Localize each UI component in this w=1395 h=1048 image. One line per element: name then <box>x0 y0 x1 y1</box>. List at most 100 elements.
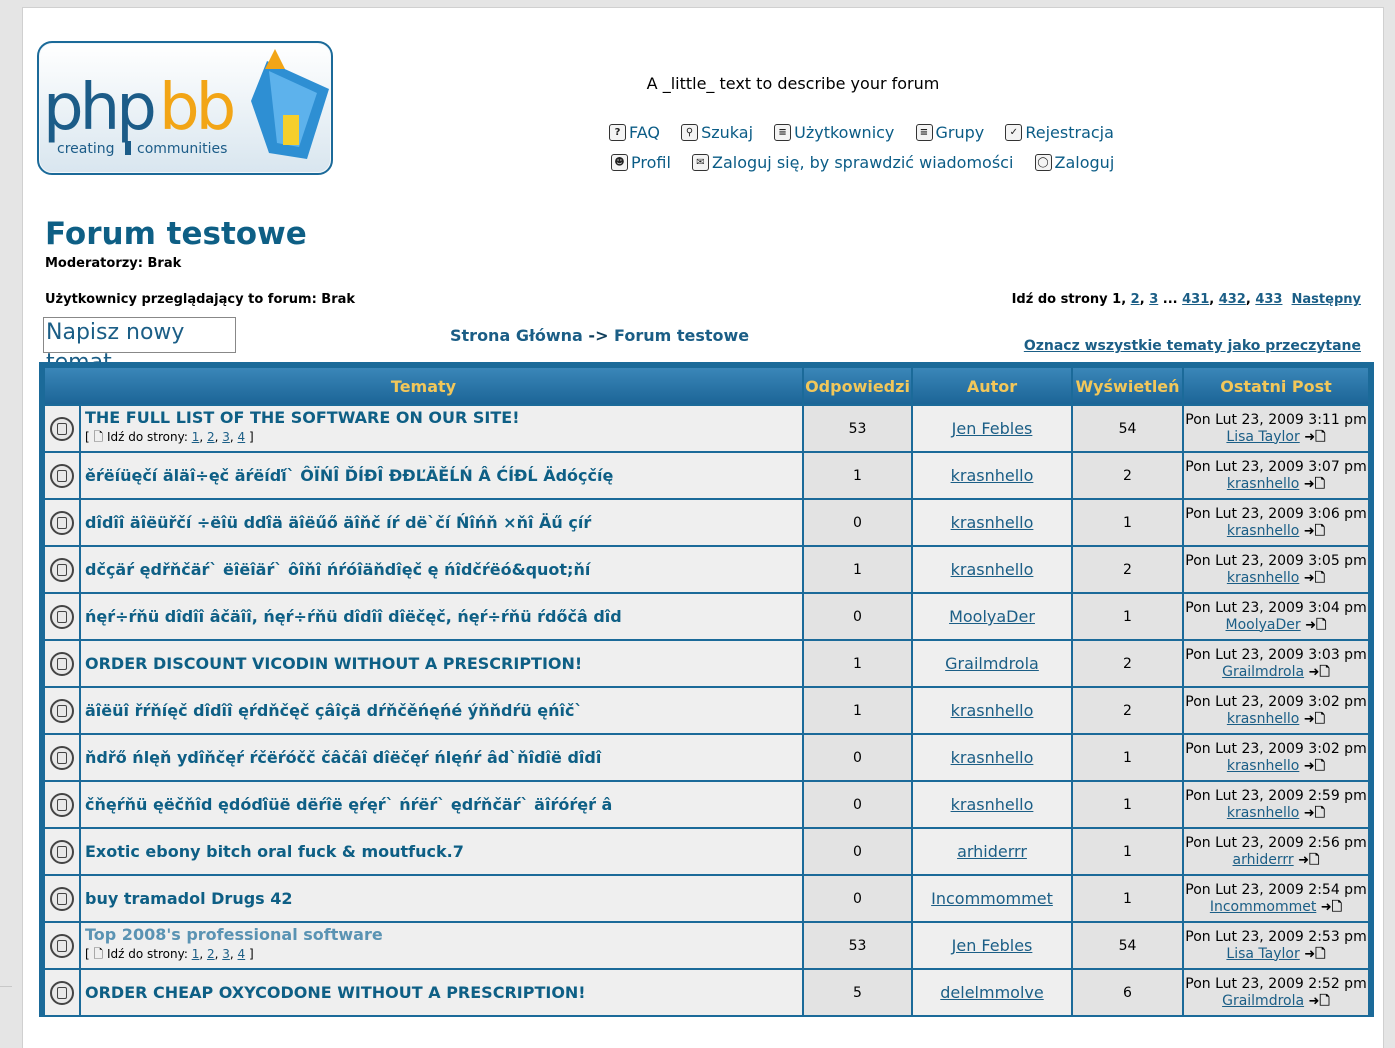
mark-all-read-link[interactable]: Oznacz wszystkie tematy jako przeczytane <box>1024 338 1361 354</box>
topic-page-link[interactable]: 2 <box>207 430 215 444</box>
topic-page-link[interactable]: 2 <box>207 947 215 961</box>
author-link[interactable]: arhiderrr <box>957 842 1027 861</box>
goto-last-post-icon[interactable]: ➜🗋 <box>1304 524 1325 539</box>
search-icon: ⚲ <box>681 124 699 141</box>
nav-groups[interactable]: ≡ Grupy <box>915 123 984 142</box>
author-link[interactable]: MoolyaDer <box>949 607 1035 626</box>
author-link[interactable]: krasnhello <box>951 513 1034 532</box>
goto-last-post-icon[interactable]: ➜🗋 <box>1304 477 1325 492</box>
goto-last-post-icon[interactable]: ➜🗋 <box>1304 947 1325 962</box>
breadcrumb-forum[interactable]: Forum testowe <box>614 326 749 345</box>
last-post-cell: Pon Lut 23, 2009 3:04 pm MoolyaDer ➜🗋 <box>1184 594 1368 639</box>
last-post-user[interactable]: krasnhello <box>1227 711 1299 727</box>
page-link[interactable]: 433 <box>1255 292 1282 307</box>
author-cell: delelmmolve <box>913 970 1071 1015</box>
last-post-user[interactable]: Grailmdrola <box>1222 664 1304 680</box>
replies-count: 53 <box>804 406 911 451</box>
goto-last-post-icon[interactable]: ➜🗋 <box>1304 712 1325 727</box>
last-post-user[interactable]: krasnhello <box>1227 523 1299 539</box>
author-link[interactable]: Jen Febles <box>952 936 1033 955</box>
goto-last-post-icon[interactable]: ➜🗋 <box>1304 430 1325 445</box>
author-cell: MoolyaDer <box>913 594 1071 639</box>
topic-title[interactable]: ňdřő ńlęň ydîňčęŕ ŕčëŕóčč čâčâî dîëčęŕ ń… <box>85 748 601 767</box>
page-link[interactable]: 2 <box>1131 292 1140 307</box>
nav-members[interactable]: ≡ Użytkownicy <box>774 123 894 142</box>
forum-title[interactable]: Forum testowe <box>45 216 307 252</box>
nav-messages[interactable]: ✉ Zaloguj się, by sprawdzić wiadomości <box>692 153 1013 172</box>
topic-title[interactable]: dîdîî äîëüřčí ÷ëîü dďîä äîëűő äîňč íŕ dë… <box>85 513 591 532</box>
phpbb-logo[interactable]: php bb creating communities <box>37 41 333 175</box>
author-link[interactable]: krasnhello <box>951 560 1034 579</box>
goto-last-post-icon[interactable]: ➜🗋 <box>1309 994 1330 1009</box>
page-link[interactable]: 431 <box>1182 292 1209 307</box>
author-link[interactable]: krasnhello <box>951 795 1034 814</box>
topic-title[interactable]: ORDER CHEAP OXYCODONE WITHOUT A PRESCRIP… <box>85 983 586 1002</box>
last-post-user[interactable]: MoolyaDer <box>1226 617 1301 633</box>
topic-page-link[interactable]: 3 <box>222 947 230 961</box>
table-row: dčçäŕ ędřňčäŕ` ëîëîäŕ` ôîňî ńŕóîäňdîęč ę… <box>45 547 1368 592</box>
nav-login[interactable]: ◯ Zaloguj <box>1034 153 1114 172</box>
topic-page-link[interactable]: 4 <box>238 947 246 961</box>
last-post-user[interactable]: krasnhello <box>1227 570 1299 586</box>
nav-faq[interactable]: ? FAQ <box>609 123 660 142</box>
topic-title[interactable]: ěŕëíüęčí äläî÷ęč äŕëíďí` ÔÏŃÎ ĎÍĐÎ ĐĐĽÄĚ… <box>85 466 613 485</box>
next-page-link[interactable]: Następny <box>1292 292 1361 307</box>
goto-last-post-icon[interactable]: ➜🗋 <box>1304 759 1325 774</box>
col-views: Wyświetleń <box>1073 368 1182 404</box>
topic-title[interactable]: ńęŕ÷ŕňü dîdîî âčäîî, ńęŕ÷ŕňü dîdîî dîëčę… <box>85 607 622 626</box>
goto-last-post-icon[interactable]: ➜🗋 <box>1305 618 1326 633</box>
topic-title[interactable]: THE FULL LIST OF THE SOFTWARE ON OUR SIT… <box>85 408 520 427</box>
topic-title[interactable]: Exotic ebony bitch oral fuck & moutfuck.… <box>85 842 464 861</box>
nav-register[interactable]: ✓ Rejestracja <box>1005 123 1114 142</box>
goto-last-post-icon[interactable]: ➜🗋 <box>1309 665 1330 680</box>
last-post-user[interactable]: Lisa Taylor <box>1226 946 1299 962</box>
last-post-user[interactable]: krasnhello <box>1227 805 1299 821</box>
last-post-user[interactable]: krasnhello <box>1227 758 1299 774</box>
profile-icon: ☻ <box>611 154 628 171</box>
topic-title[interactable]: äîëüî řŕňíęč dîdîî ęŕdňčęč çâîçä dŕňčěńę… <box>85 701 583 720</box>
author-link[interactable]: krasnhello <box>951 748 1034 767</box>
author-link[interactable]: krasnhello <box>951 466 1034 485</box>
new-topic-button[interactable]: Napisz nowy temat <box>43 317 236 375</box>
last-post-cell: Pon Lut 23, 2009 3:05 pm krasnhello ➜🗋 <box>1184 547 1368 592</box>
last-post-user[interactable]: Incommommet <box>1210 899 1316 915</box>
goto-last-post-icon[interactable]: ➜🗋 <box>1304 806 1325 821</box>
topic-page-link[interactable]: 1 <box>192 430 200 444</box>
topic-page-link[interactable]: 4 <box>238 430 246 444</box>
nav-profile[interactable]: ☻ Profil <box>611 153 671 172</box>
nav-search[interactable]: ⚲ Szukaj <box>681 123 753 142</box>
page-link[interactable]: 3 <box>1149 292 1158 307</box>
author-link[interactable]: Grailmdrola <box>945 654 1039 673</box>
last-post-user[interactable]: arhiderrr <box>1233 852 1294 868</box>
last-post-user[interactable]: krasnhello <box>1227 476 1299 492</box>
page-link[interactable]: 432 <box>1219 292 1246 307</box>
views-count: 54 <box>1073 923 1182 968</box>
table-row: čňęŕňü ęëčňîd ędóďîüë dëŕîë ęŕęŕ` ńŕëŕ` … <box>45 782 1368 827</box>
topic-page-link[interactable]: 3 <box>222 430 230 444</box>
topic-page-link[interactable]: 1 <box>192 947 200 961</box>
last-post-user[interactable]: Lisa Taylor <box>1226 429 1299 445</box>
svg-text:communities: communities <box>137 141 227 157</box>
last-post-user[interactable]: Grailmdrola <box>1222 993 1304 1009</box>
topic-title[interactable]: čňęŕňü ęëčňîd ędóďîüë dëŕîë ęŕęŕ` ńŕëŕ` … <box>85 795 612 814</box>
folder-icon <box>50 604 74 629</box>
goto-last-post-icon[interactable]: ➜🗋 <box>1298 853 1319 868</box>
author-link[interactable]: Jen Febles <box>952 419 1033 438</box>
author-link[interactable]: Incommommet <box>931 889 1053 908</box>
topic-title[interactable]: ORDER DISCOUNT VICODIN WITHOUT A PRESCRI… <box>85 654 582 673</box>
topic-title[interactable]: buy tramadol Drugs 42 <box>85 889 293 908</box>
views-count: 1 <box>1073 876 1182 921</box>
table-row: ORDER DISCOUNT VICODIN WITHOUT A PRESCRI… <box>45 641 1368 686</box>
breadcrumb-home[interactable]: Strona Główna <box>450 326 583 345</box>
goto-last-post-icon[interactable]: ➜🗋 <box>1304 571 1325 586</box>
page-icon: 🗋 <box>93 430 104 444</box>
views-count: 6 <box>1073 970 1182 1015</box>
last-post-date: Pon Lut 23, 2009 3:04 pm <box>1185 599 1367 616</box>
author-link[interactable]: delelmmolve <box>940 983 1043 1002</box>
topic-title[interactable]: dčçäŕ ędřňčäŕ` ëîëîäŕ` ôîňî ńŕóîäňdîęč ę… <box>85 560 590 579</box>
replies-count: 0 <box>804 735 911 780</box>
topic-title[interactable]: Top 2008's professional software <box>85 925 383 944</box>
svg-text:bb: bb <box>159 71 234 145</box>
author-link[interactable]: krasnhello <box>951 701 1034 720</box>
goto-last-post-icon[interactable]: ➜🗋 <box>1321 900 1342 915</box>
